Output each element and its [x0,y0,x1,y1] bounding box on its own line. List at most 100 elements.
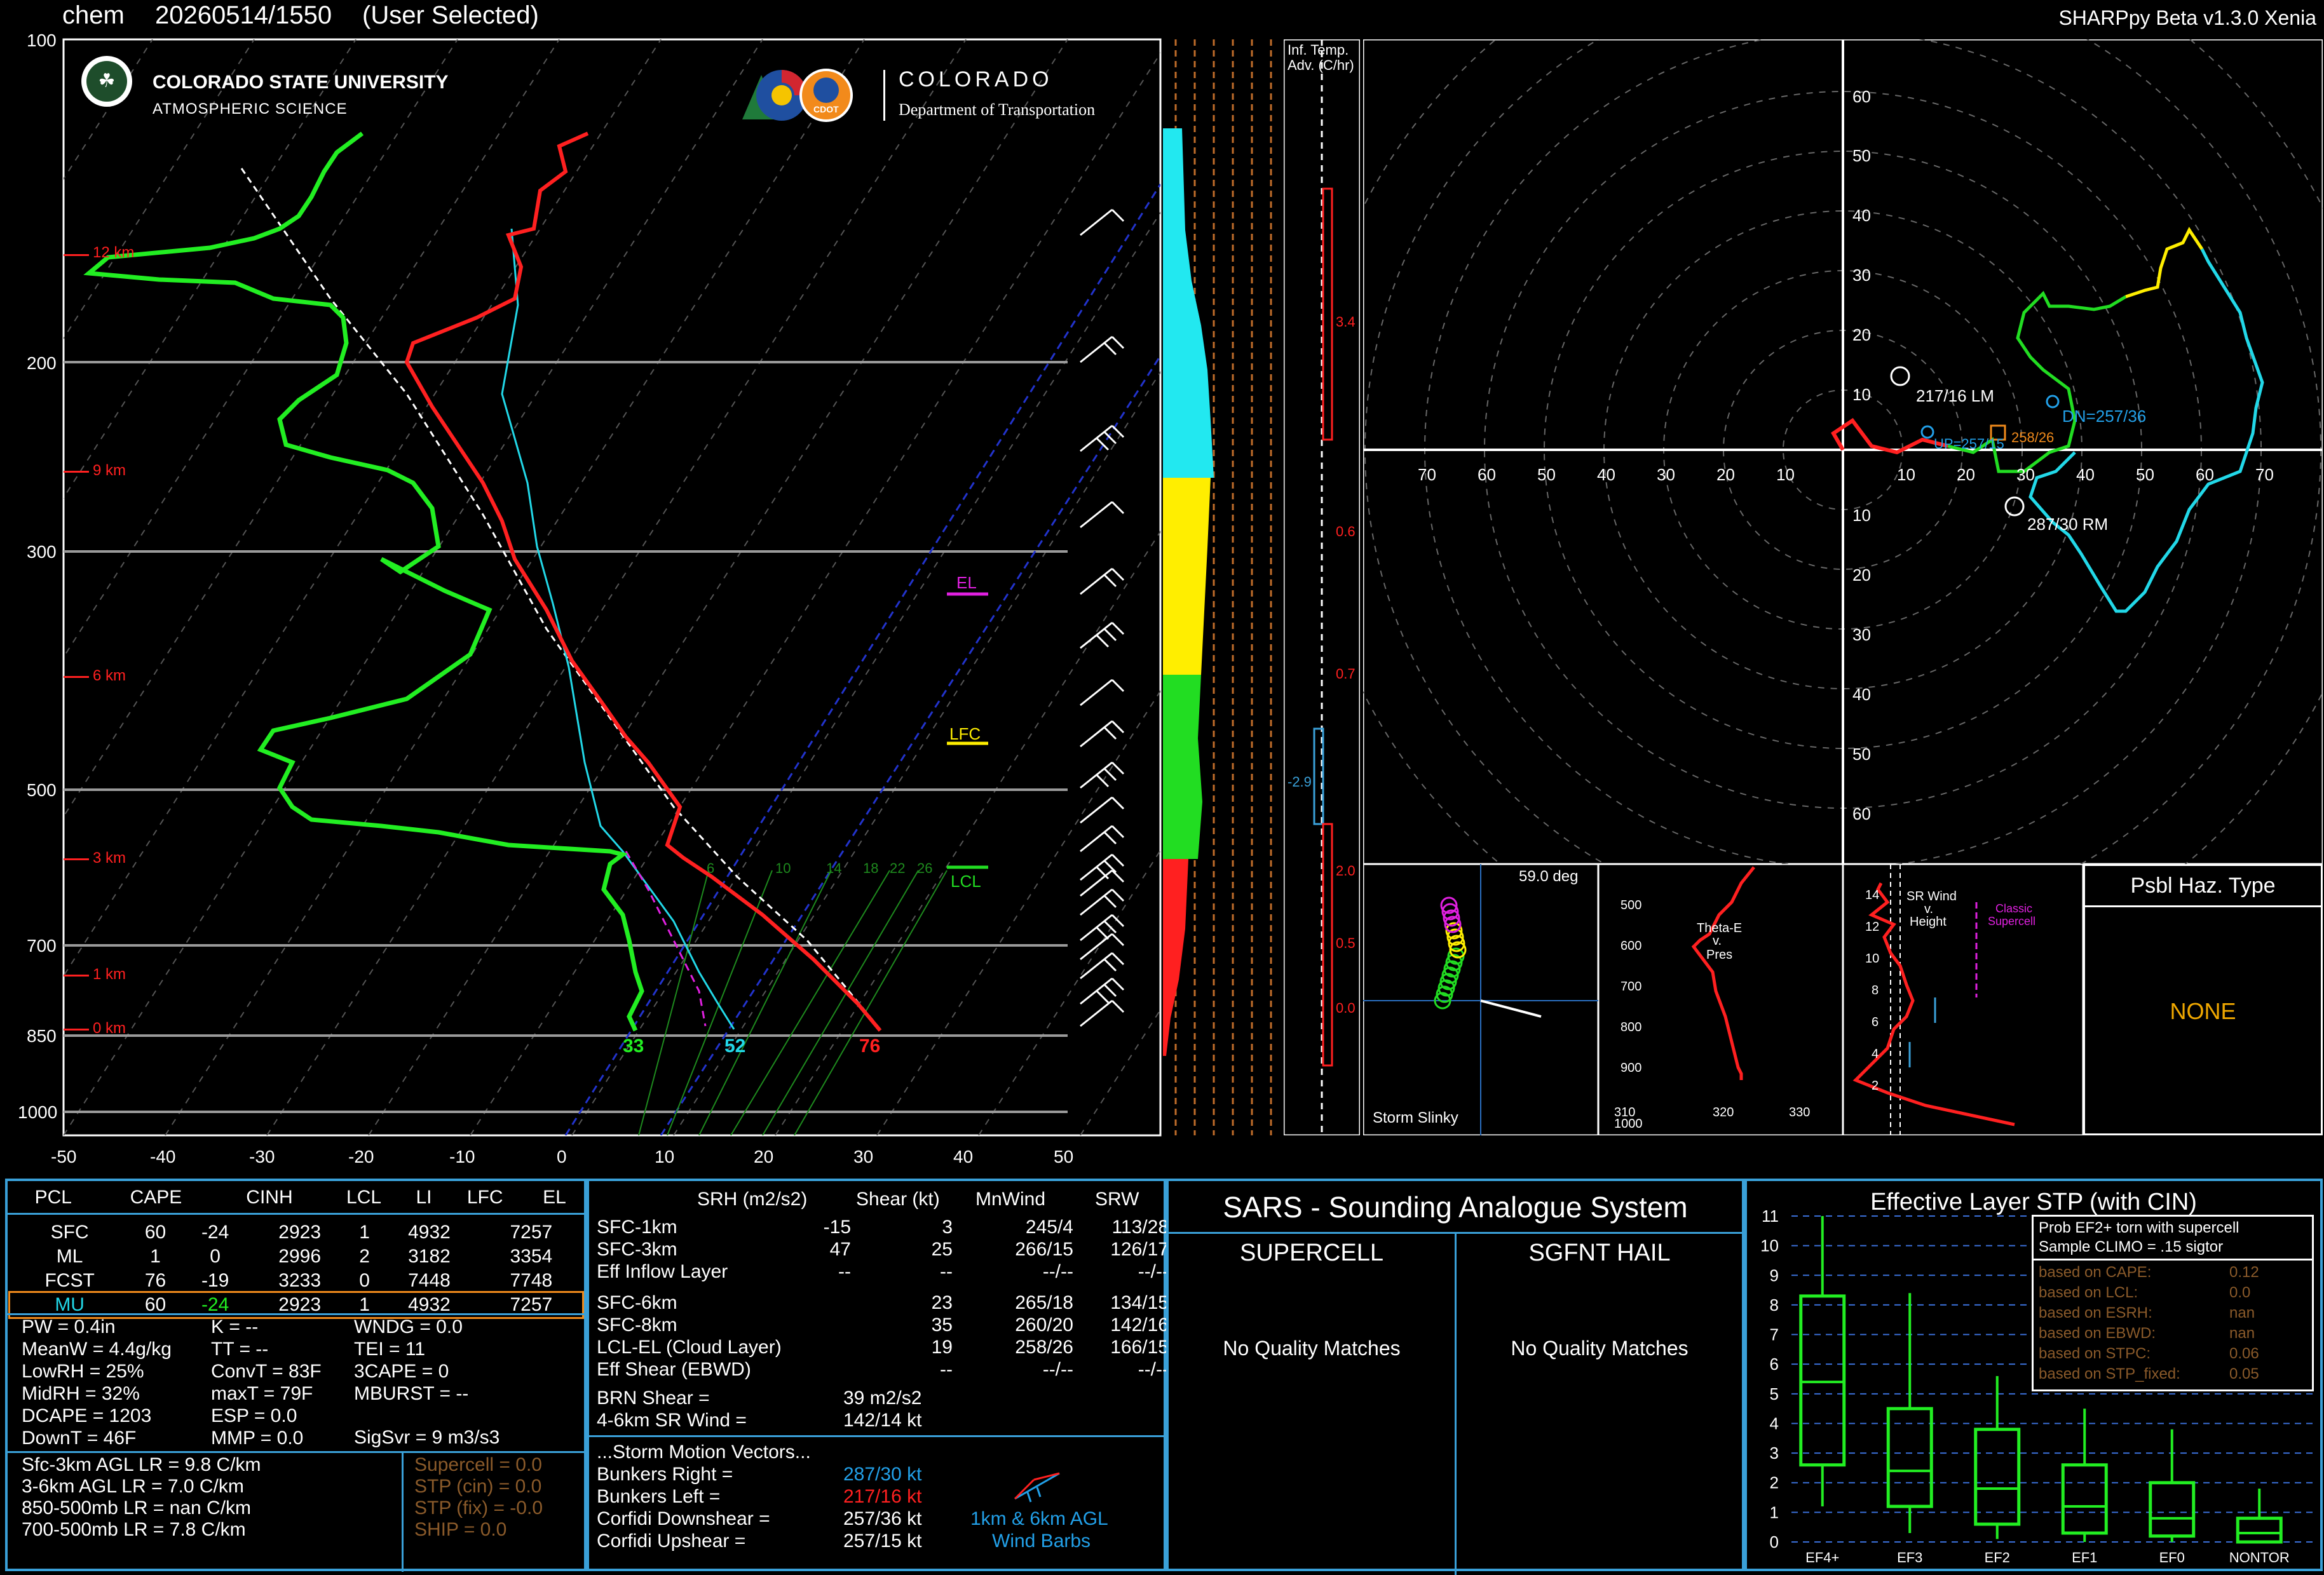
cell: 1 [359,1222,370,1243]
cell: 2996 [278,1246,322,1267]
motion-value: 257/15 kt [843,1531,922,1551]
col-header: CAPE [130,1187,182,1208]
legend-label: based on STP_fixed: [2039,1365,2180,1382]
motion-value: 257/36 kt [843,1508,922,1529]
cell: --/-- [1042,1261,1073,1282]
stp-category-label: EF4+ [1805,1550,1839,1565]
cell: 19 [931,1337,953,1358]
temp-adv-title: Adv. (C/hr) [1288,57,1354,73]
cell: SFC-3km [597,1239,677,1260]
parcel-rows: SFC 60 -24 2923 1 4932 7257 ML 1 0 2996 2 3182 3354 … [8,1220,584,1319]
legend-value: nan [2229,1325,2255,1342]
col-header: EL [543,1187,566,1208]
table-row[interactable]: ML 1 0 2996 2 3182 3354 [10,1245,582,1269]
stp-category-label: NONTOR [2229,1550,2290,1565]
lapse-rate: 3-6km AGL LR = 7.0 C/km [22,1476,244,1497]
temp-adv-value: 3.4 [1336,314,1356,330]
index-value: DCAPE = 1203 [22,1405,152,1426]
stp-y-label: 11 [1762,1207,1779,1226]
temp-axis-label: -20 [348,1147,374,1166]
cell: 4932 [408,1222,451,1243]
temp-axis-label: -30 [249,1147,275,1166]
col-header: LCL [346,1187,382,1208]
index-value: maxT = 79F [211,1383,313,1404]
kin-header: Shear (kt) [856,1189,940,1210]
table-row[interactable]: Eff Shear (EBWD) -- --/-- --/-- [597,1358,1169,1381]
hodograph-panel[interactable] [1363,39,2323,864]
cell: --/-- [1138,1359,1169,1380]
stp-y-label: 9 [1770,1266,1779,1285]
stp-y-label: 2 [1770,1473,1779,1492]
cell: 25 [931,1239,953,1260]
indices-col3: WNDG = 0.0 TEI = 11 3CAPE = 0 MBURST = -… [354,1316,468,1405]
sars-title: SARS - Sounding Analogue System [1223,1191,1688,1224]
cell: -15 [823,1217,851,1238]
table-row[interactable]: SFC-3km 47 25 266/15 126/17 [597,1238,1169,1261]
stp-box [2149,1481,2196,1538]
cell: 113/28 [1111,1217,1169,1238]
sr-wind-panel [1843,864,2083,1135]
cell: 0 [210,1246,221,1267]
composite-value: SHIP = 0.0 [414,1519,507,1540]
table-row[interactable]: SFC-8km 35 260/20 142/16 [597,1314,1169,1336]
skewt-panel[interactable] [0,37,1163,1139]
col-header: LI [416,1187,432,1208]
stp-legend: Prob EF2+ torn with supercell Sample CLI… [2032,1215,2314,1391]
legend-label: based on ESRH: [2039,1304,2152,1322]
legend-title: Sample CLIMO = .15 sigtor [2039,1238,2224,1255]
stp-box [2236,1517,2283,1544]
table-row[interactable]: SFC-6km 23 265/18 134/15 [597,1292,1169,1314]
legend-rows: based on CAPE: 0.12 based on LCL: 0.0 based … [2039,1262,2306,1384]
motion-label: Corfidi Downshear = [597,1508,770,1529]
index-value: PW = 0.4in [22,1316,116,1337]
legend-title: Prob EF2+ torn with supercell [2039,1219,2239,1236]
cell: 3233 [278,1270,322,1291]
cell: 3354 [510,1246,553,1267]
temp-adv-value: 0.5 [1336,935,1356,951]
hazard-value: NONE [2170,998,2236,1024]
cell: FCST [44,1270,95,1291]
temp-axis-label: 30 [853,1147,874,1166]
motion-value: 217/16 kt [843,1486,922,1507]
index-value: MMP = 0.0 [211,1428,304,1449]
cell: 258/26 [1015,1337,1073,1358]
legend-value: nan [2229,1304,2255,1322]
temp-axis-label: -50 [51,1147,77,1166]
cell: 2 [359,1246,370,1267]
thermo-panel: PCL CAPE CINH LCL LI LFC EL SFC 60 -24 2923… [5,1179,587,1572]
table-row[interactable]: LCL-EL (Cloud Layer) 19 258/26 166/15 [597,1336,1169,1358]
cdot-dept: Department of Transportation [899,100,1096,119]
index-value: MidRH = 32% [22,1383,140,1404]
cell: -19 [201,1270,229,1291]
brn-label: BRN Shear = [597,1388,710,1409]
motion-value: 287/30 kt [843,1464,922,1485]
table-row[interactable]: SFC-1km -15 3 245/4 113/28 [597,1216,1169,1238]
legend-label: based on EBWD: [2039,1325,2156,1342]
storm-slinky-panel [1363,864,1598,1135]
composite-params: Supercell = 0.0 STP (cin) = 0.0 STP (fix… [414,1454,543,1541]
temp-axis-label: -10 [449,1147,475,1166]
table-row[interactable]: Eff Inflow Layer -- -- --/-- --/-- [597,1261,1169,1283]
legend-row: based on STP_fixed: 0.05 [2039,1364,2306,1384]
cell: 245/4 [1025,1217,1073,1238]
csu-name: COLORADO STATE UNIVERSITY [153,72,449,93]
kin-header: SRW [1095,1189,1139,1210]
sars-hail-result: No Quality Matches [1511,1337,1689,1360]
kin-header: MnWind [975,1189,1046,1210]
cell: SFC-8km [597,1315,677,1335]
stp-box [2061,1463,2108,1535]
temp-adv-value: -2.9 [1288,774,1312,790]
cell: 7257 [510,1222,553,1243]
cell: 60 [144,1222,166,1243]
cell: 266/15 [1015,1239,1073,1260]
index-value: WNDG = 0.0 [354,1316,463,1337]
table-row[interactable]: SFC 60 -24 2923 1 4932 7257 [10,1220,582,1245]
cell: 23 [931,1292,953,1313]
legend-row: based on CAPE: 0.12 [2039,1262,2306,1283]
cell: ML [56,1246,83,1267]
table-row[interactable]: FCST 76 -19 3233 0 7448 7748 [10,1269,582,1293]
legend-row: based on LCL: 0.0 [2039,1283,2306,1303]
temp-adv-value: 0.6 [1336,524,1356,539]
legend-label: based on LCL: [2039,1284,2138,1301]
csu-dept: ATMOSPHERIC SCIENCE [153,100,348,118]
